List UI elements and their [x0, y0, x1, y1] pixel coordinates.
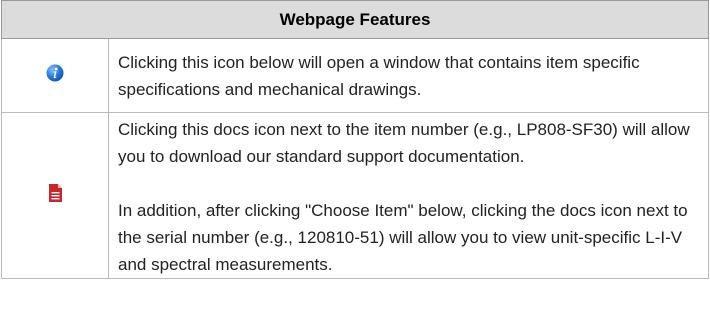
- webpage-features-table: Webpage Features Clicking this icon belo…: [1, 0, 709, 279]
- table-row: Clicking this icon below will open a win…: [1, 38, 709, 113]
- document-icon[interactable]: [48, 183, 62, 210]
- table-header-row: Webpage Features: [1, 0, 709, 39]
- docs-description: Clicking this docs icon next to the item…: [108, 112, 709, 279]
- info-description: Clicking this icon below will open a win…: [108, 38, 709, 113]
- icon-cell: [1, 38, 109, 113]
- info-icon[interactable]: [46, 63, 64, 90]
- docs-paragraph: Clicking this docs icon next to the item…: [118, 120, 690, 166]
- table-header: Webpage Features: [1, 0, 709, 39]
- docs-paragraph: In addition, after clicking "Choose Item…: [118, 201, 688, 274]
- icon-cell: [1, 112, 109, 279]
- table-row: Clicking this docs icon next to the item…: [1, 112, 709, 279]
